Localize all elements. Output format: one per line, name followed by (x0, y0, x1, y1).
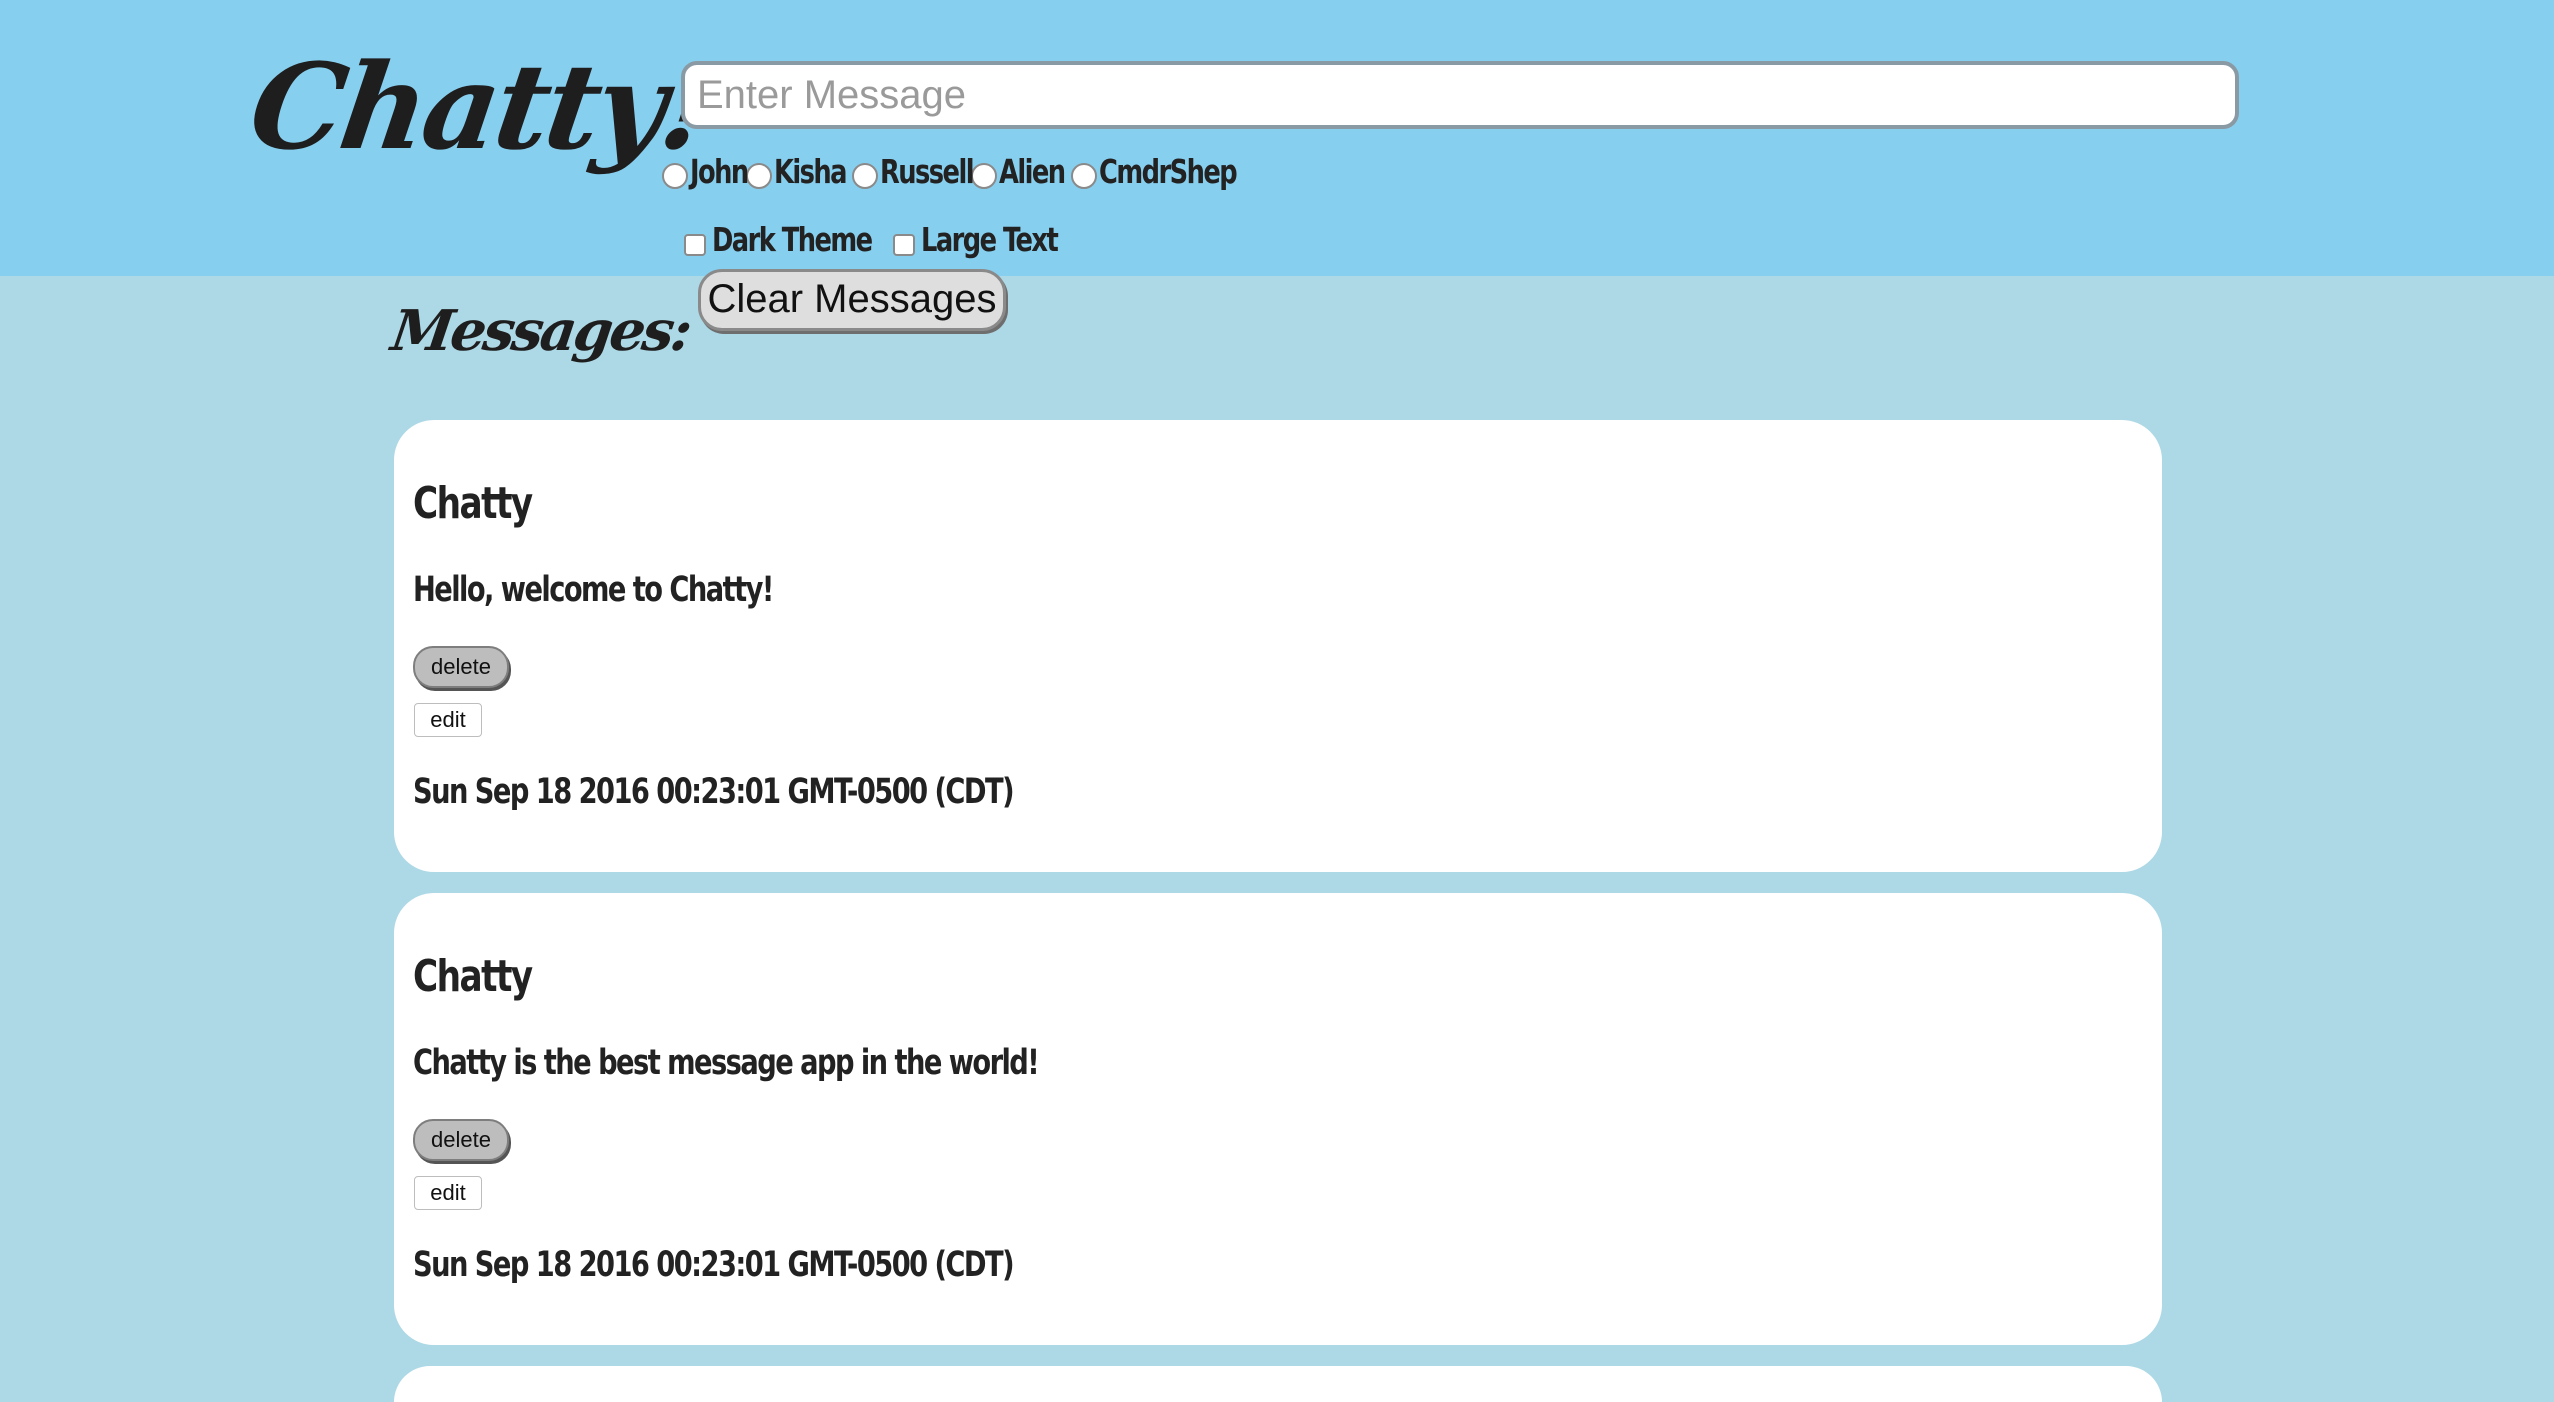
user-selector: John Kisha Russell Alien CmdrShep (662, 152, 1285, 191)
dark-theme-label: Dark Theme (712, 220, 873, 259)
message-input[interactable] (681, 61, 2239, 129)
user-label-john: John (690, 152, 749, 191)
user-label-kisha: Kisha (773, 152, 848, 191)
display-options: Dark Theme Large Text (684, 220, 1105, 259)
clear-messages-button[interactable]: Clear Messages (698, 269, 1006, 331)
user-label-alien: Alien (999, 152, 1066, 191)
edit-button[interactable]: edit (414, 703, 482, 737)
message-author: Chatty (413, 951, 533, 1002)
message-text: Hello, welcome to Chatty! (413, 570, 774, 610)
user-radio-russell[interactable] (852, 162, 879, 189)
messages-heading: Messages: (387, 298, 694, 364)
user-radio-john[interactable] (662, 162, 688, 189)
large-text-label: Large Text (920, 220, 1059, 259)
user-label-cmdrshep: CmdrShep (1099, 152, 1238, 191)
dark-theme-checkbox[interactable] (684, 233, 706, 256)
message-timestamp: Sun Sep 18 2016 00:23:01 GMT-0500 (CDT) (413, 1245, 1015, 1285)
message-card: Chatty Hello, welcome to Chatty! delete … (394, 420, 2162, 872)
large-text-checkbox[interactable] (892, 233, 915, 256)
message-timestamp: Sun Sep 18 2016 00:23:01 GMT-0500 (CDT) (413, 772, 1015, 812)
app-logo: Chatty! (242, 37, 720, 176)
delete-button[interactable]: delete (413, 1119, 509, 1161)
user-option-kisha[interactable]: Kisha (745, 152, 866, 191)
delete-button[interactable]: delete (413, 646, 509, 688)
dark-theme-option[interactable]: Dark Theme (684, 220, 917, 259)
user-label-russell: Russell (880, 152, 975, 191)
user-radio-alien[interactable] (971, 162, 998, 189)
message-card (394, 1366, 2162, 1402)
large-text-option[interactable]: Large Text (892, 220, 1096, 259)
user-option-cmdrshep[interactable]: CmdrShep (1071, 152, 1275, 191)
message-card: Chatty Chatty is the best message app in… (394, 893, 2162, 1345)
user-option-alien[interactable]: Alien (971, 152, 1083, 191)
edit-button[interactable]: edit (414, 1176, 482, 1210)
user-radio-kisha[interactable] (745, 162, 772, 189)
user-radio-cmdrshep[interactable] (1071, 162, 1098, 189)
message-text: Chatty is the best message app in the wo… (413, 1043, 1040, 1083)
message-author: Chatty (413, 478, 533, 529)
